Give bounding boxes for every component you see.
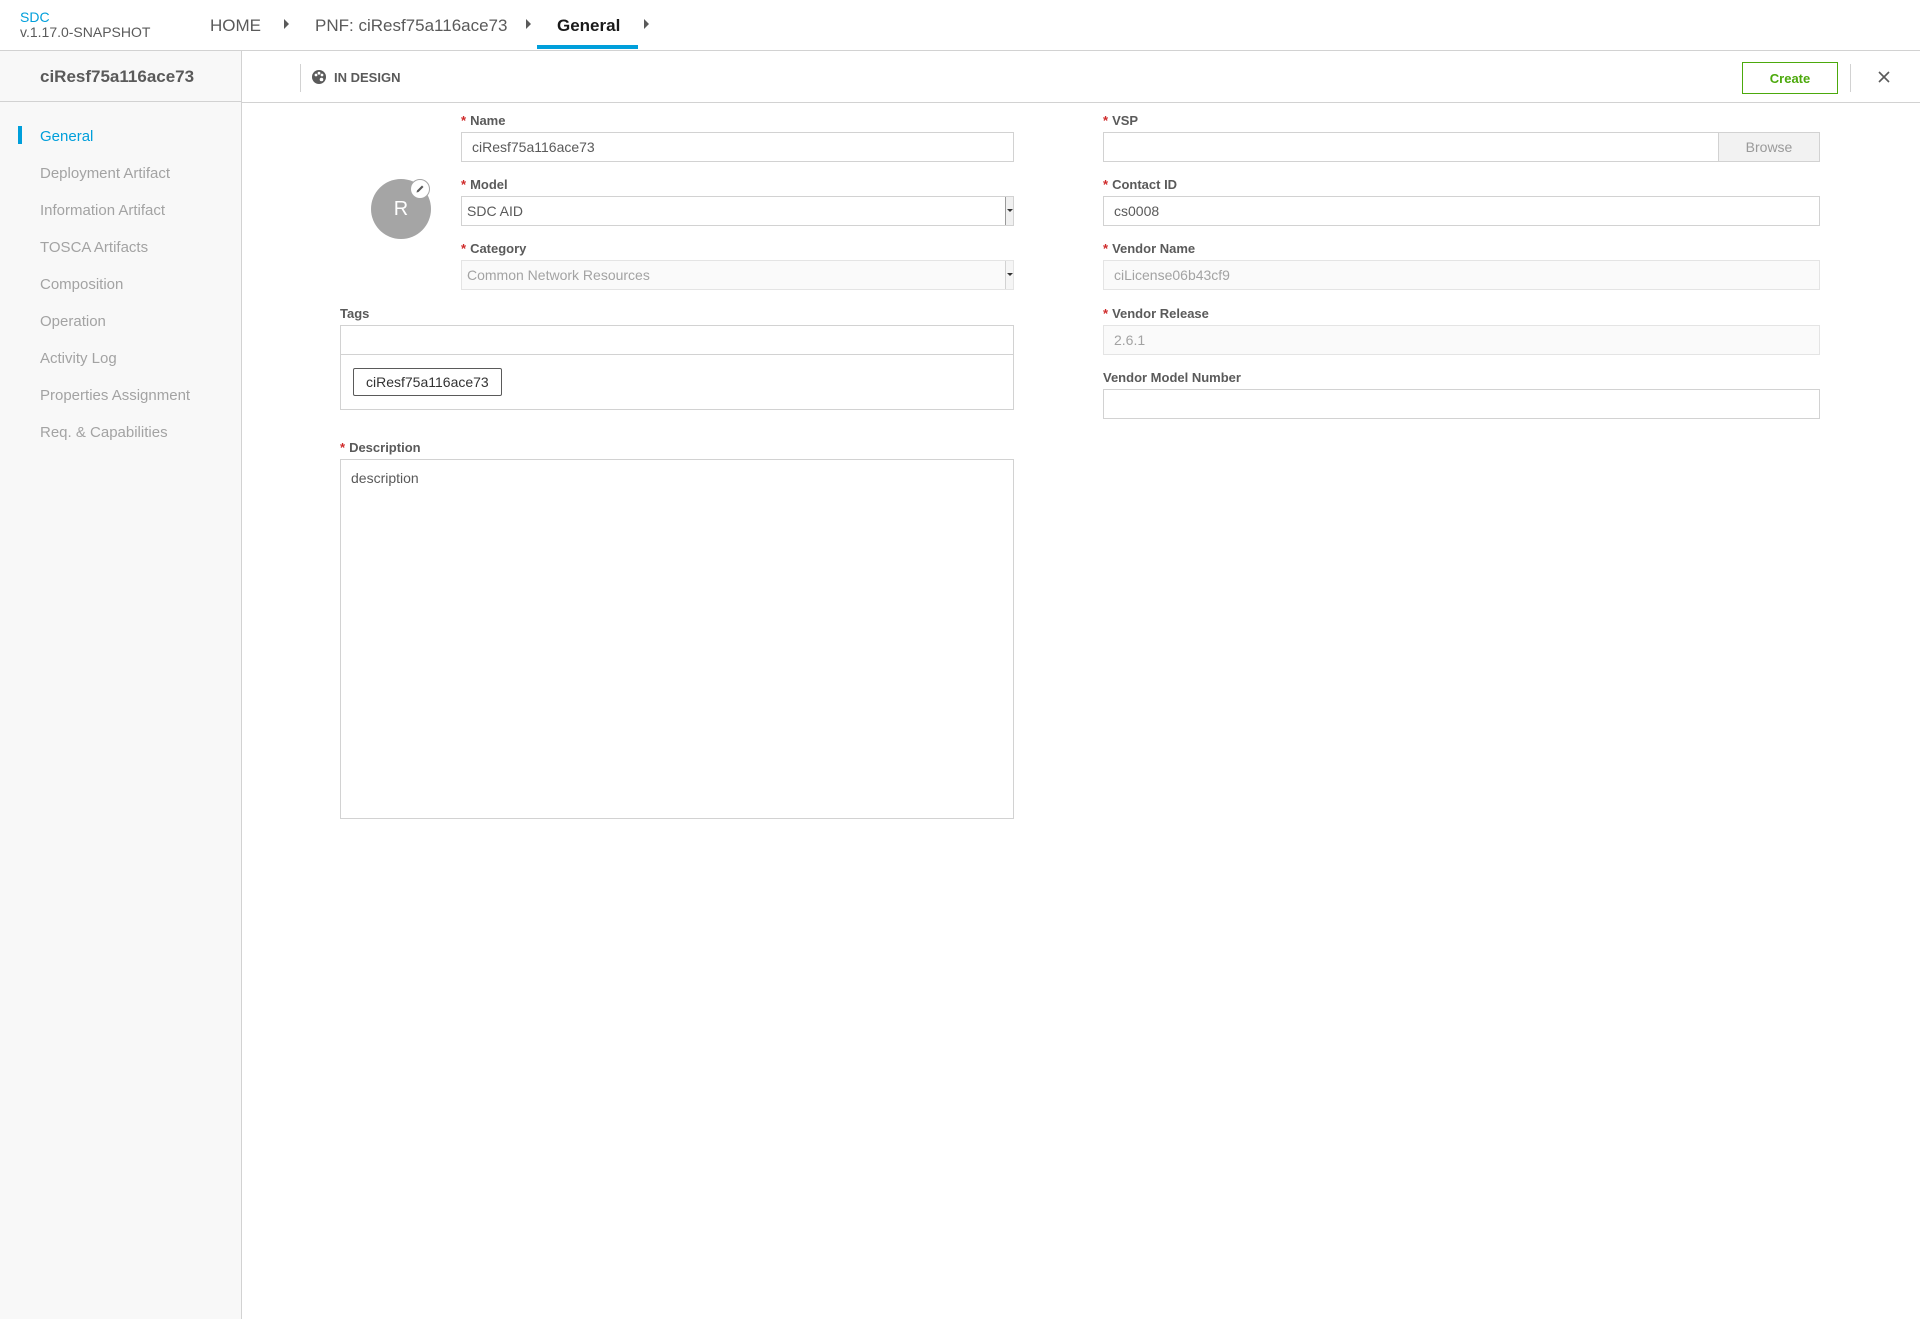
status-label: IN DESIGN xyxy=(334,69,401,85)
breadcrumb-general[interactable]: General xyxy=(557,0,620,51)
active-tab-indicator xyxy=(537,45,638,49)
sidebar-item-activity-log[interactable]: Activity Log xyxy=(40,350,117,367)
chevron-right-icon[interactable] xyxy=(644,19,649,29)
breadcrumb-home[interactable]: HOME xyxy=(210,0,261,51)
sidebar-item-operation[interactable]: Operation xyxy=(40,313,106,330)
name-label: * Name xyxy=(461,113,506,128)
sidebar-item-properties-assignment[interactable]: Properties Assignment xyxy=(40,387,190,404)
avatar-letter: R xyxy=(393,197,409,220)
divider xyxy=(300,64,301,92)
sidebar-item-general[interactable]: General xyxy=(40,128,93,145)
model-select[interactable]: SDC AID xyxy=(461,196,1014,226)
chevron-right-icon[interactable] xyxy=(284,19,289,29)
category-label: * Category xyxy=(461,241,527,256)
vsp-input[interactable]: Browse xyxy=(1103,132,1820,162)
vendor-name-label: * Vendor Name xyxy=(1103,241,1196,256)
browse-button[interactable]: Browse xyxy=(1718,133,1819,161)
name-input[interactable]: ciResf75a116ace73 xyxy=(461,132,1014,162)
active-item-marker xyxy=(18,126,22,144)
close-icon xyxy=(1878,71,1890,83)
workspace-header: IN DESIGN Create xyxy=(242,51,1920,103)
sidebar-item-req-capabilities[interactable]: Req. & Capabilities xyxy=(40,424,168,441)
brand-name: SDC xyxy=(20,9,50,25)
top-navigation: SDC v.1.17.0-SNAPSHOT HOME PNF: ciResf75… xyxy=(0,0,1920,51)
close-button[interactable] xyxy=(1872,65,1896,89)
sidebar-item-information-artifact[interactable]: Information Artifact xyxy=(40,202,165,219)
tags-input[interactable] xyxy=(341,326,1013,355)
vsp-label: * VSP xyxy=(1103,113,1139,128)
contact-id-input[interactable]: cs0008 xyxy=(1103,196,1820,226)
description-label: * Description xyxy=(340,440,421,455)
category-selected-value: Common Network Resources xyxy=(467,267,650,283)
sidebar-item-deployment-artifact[interactable]: Deployment Artifact xyxy=(40,165,170,182)
breadcrumb-pnf[interactable]: PNF: ciResf75a116ace73 xyxy=(315,0,507,51)
edit-icon-button[interactable] xyxy=(410,179,430,199)
sidebar-title: ciResf75a116ace73 xyxy=(0,51,241,102)
vendor-name-input[interactable]: ciLicense06b43cf9 xyxy=(1103,260,1820,290)
sidebar-item-composition[interactable]: Composition xyxy=(40,276,123,293)
tags-field: ciResf75a116ace73 xyxy=(340,325,1014,410)
sidebar-item-tosca-artifacts[interactable]: TOSCA Artifacts xyxy=(40,239,148,256)
model-selected-value: SDC AID xyxy=(467,203,524,219)
tags-label: Tags xyxy=(340,306,370,321)
contact-id-label: * Contact ID xyxy=(1103,177,1178,192)
vendor-model-number-label: Vendor Model Number xyxy=(1103,370,1241,385)
chevron-down-icon[interactable] xyxy=(1005,261,1013,289)
tag-chip[interactable]: ciResf75a116ace73 xyxy=(353,368,502,396)
create-button[interactable]: Create xyxy=(1742,62,1838,94)
palette-icon xyxy=(312,70,326,84)
brand-version: v.1.17.0-SNAPSHOT xyxy=(20,24,151,40)
lifecycle-status: IN DESIGN xyxy=(311,51,400,103)
chevron-down-icon[interactable] xyxy=(1005,197,1013,225)
vendor-release-input[interactable]: 2.6.1 xyxy=(1103,325,1820,355)
model-label: * Model xyxy=(461,177,508,192)
divider xyxy=(1850,64,1851,92)
vendor-model-number-input[interactable] xyxy=(1103,389,1820,419)
chevron-right-icon[interactable] xyxy=(526,19,531,29)
vendor-release-label: * Vendor Release xyxy=(1103,306,1209,321)
pencil-icon xyxy=(416,185,424,193)
description-textarea[interactable]: description xyxy=(340,459,1014,819)
category-select[interactable]: Common Network Resources xyxy=(461,260,1014,290)
brand[interactable]: SDC v.1.17.0-SNAPSHOT xyxy=(20,10,150,40)
